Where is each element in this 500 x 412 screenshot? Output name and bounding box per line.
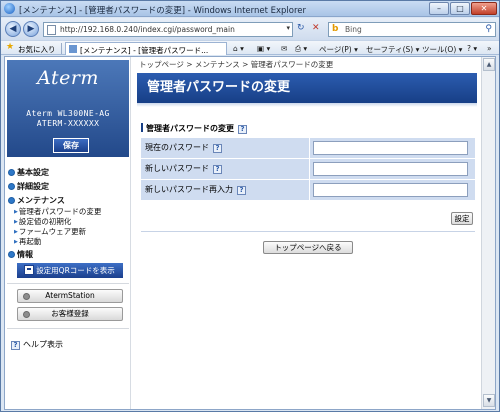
stop-icon[interactable]: ✕ xyxy=(312,23,320,33)
close-button[interactable]: ✕ xyxy=(471,2,497,15)
title-bar: [メンテナンス] - [管理者パスワードの変更] - Windows Inter… xyxy=(1,1,499,17)
help-icon[interactable]: ? xyxy=(213,144,222,153)
set-button[interactable]: 設定 xyxy=(451,212,473,225)
serial-name: ATERM-XXXXXX xyxy=(36,119,100,128)
favorites-button[interactable]: お気に入り xyxy=(18,44,56,55)
address-toolbar: ◀ ▶ http://192.168.0.240/index.cgi/passw… xyxy=(1,18,499,40)
separator xyxy=(61,43,62,54)
help-icon: ? xyxy=(11,341,20,350)
sidebar-item-maintenance[interactable]: メンテナンス xyxy=(8,195,65,206)
qr-code-icon xyxy=(24,265,35,275)
form-row-current: 現在のパスワード? xyxy=(141,137,475,158)
field-cell xyxy=(310,159,475,179)
circle-icon xyxy=(23,293,30,300)
sidebar-item-advanced[interactable]: 詳細設定 xyxy=(8,181,49,192)
tab-title: [メンテナンス] - [管理者パスワード... xyxy=(80,46,209,55)
bullet-icon xyxy=(8,183,15,190)
tools-menu[interactable]: ツール(O) ▾ xyxy=(422,44,462,55)
print-button[interactable]: ⎙ ▾ xyxy=(295,44,307,54)
sidebar-item-basic[interactable]: 基本設定 xyxy=(8,167,49,178)
product-panel: Aterm Aterm WL300NE-AG ATERM-XXXXXX 保存 xyxy=(7,60,129,157)
minimize-button[interactable]: – xyxy=(429,2,449,15)
maximize-button[interactable]: □ xyxy=(450,2,470,15)
favorites-bar: ★ お気に入り [メンテナンス] - [管理者パスワード... ⌂ ▾ ▣ ▾ … xyxy=(1,40,499,55)
page-menu[interactable]: ページ(P) ▾ xyxy=(319,44,358,55)
help-icon[interactable]: ? xyxy=(238,125,247,134)
field-label: 新しいパスワード再入力? xyxy=(141,180,309,200)
chevron-down-icon[interactable]: ▾ xyxy=(286,24,290,32)
url-text: http://192.168.0.240/index.cgi/password_… xyxy=(60,25,235,34)
window-title: [メンテナンス] - [管理者パスワードの変更] - Windows Inter… xyxy=(19,6,307,16)
show-qr-button[interactable]: 設定用QRコードを表示 xyxy=(17,263,123,278)
bullet-icon xyxy=(8,169,15,176)
field-label: 新しいパスワード? xyxy=(141,159,309,179)
field-cell xyxy=(310,138,475,158)
current-password-input[interactable] xyxy=(313,141,468,155)
main-content: トップページ > メンテナンス > 管理者パスワードの変更 管理者パスワードの変… xyxy=(137,57,479,409)
forward-button[interactable]: ▶ xyxy=(23,21,39,37)
sidebar-item-reboot[interactable]: ▶再起動 xyxy=(14,236,41,247)
back-button[interactable]: ◀ xyxy=(5,21,21,37)
field-cell xyxy=(310,180,475,200)
field-label: 現在のパスワード? xyxy=(141,138,309,158)
help-menu[interactable]: ? ▾ xyxy=(467,44,477,53)
section-title: 管理者パスワードの変更? xyxy=(141,123,247,134)
ie-logo-icon xyxy=(4,3,15,14)
title-shadow xyxy=(137,103,477,107)
triangle-icon: ▶ xyxy=(14,219,18,225)
sidebar: Aterm Aterm WL300NE-AG ATERM-XXXXXX 保存 基… xyxy=(5,57,131,409)
section-bar xyxy=(141,123,143,132)
help-link[interactable]: ? ヘルプ表示 xyxy=(11,339,63,350)
sidebar-item-info[interactable]: 情報 xyxy=(8,249,33,260)
mail-button[interactable]: ✉ xyxy=(281,44,287,53)
page-viewport: Aterm Aterm WL300NE-AG ATERM-XXXXXX 保存 基… xyxy=(4,56,496,410)
page-title: 管理者パスワードの変更 xyxy=(137,73,477,103)
help-icon[interactable]: ? xyxy=(237,186,246,195)
divider xyxy=(7,283,129,284)
form-row-confirm: 新しいパスワード再入力? xyxy=(141,179,475,200)
help-icon[interactable]: ? xyxy=(213,165,222,174)
browser-window: [メンテナンス] - [管理者パスワードの変更] - Windows Inter… xyxy=(0,0,500,412)
scroll-down-icon[interactable]: ▼ xyxy=(483,394,495,407)
new-password-input[interactable] xyxy=(313,162,468,176)
search-icon[interactable]: ⚲ xyxy=(485,24,492,34)
aterm-logo: Aterm xyxy=(37,67,99,89)
vertical-scrollbar[interactable]: ▲ ▼ xyxy=(481,57,495,409)
triangle-icon: ▶ xyxy=(14,229,18,235)
aterm-station-button[interactable]: AtermStation xyxy=(17,289,123,303)
form-row-new: 新しいパスワード? xyxy=(141,158,475,179)
more-chevron-icon[interactable]: » xyxy=(487,44,492,53)
tab-page-icon xyxy=(69,45,77,53)
bullet-icon xyxy=(8,197,15,204)
search-placeholder: Bing xyxy=(345,25,362,34)
scroll-up-icon[interactable]: ▲ xyxy=(483,58,495,71)
divider xyxy=(7,328,129,329)
triangle-icon: ▶ xyxy=(14,209,18,215)
customer-registration-button[interactable]: お客様登録 xyxy=(17,307,123,321)
search-input[interactable]: b Bing ⚲ xyxy=(328,22,496,37)
save-button[interactable]: 保存 xyxy=(53,138,89,153)
confirm-password-input[interactable] xyxy=(313,183,468,197)
bing-icon: b xyxy=(332,24,339,34)
page-icon xyxy=(47,25,56,35)
breadcrumb: トップページ > メンテナンス > 管理者パスワードの変更 xyxy=(139,60,334,69)
refresh-icon[interactable]: ↻ xyxy=(297,23,305,33)
divider xyxy=(141,231,475,232)
circle-icon xyxy=(23,311,30,318)
password-form: 現在のパスワード? 新しいパスワード? 新しいパスワード再入力? xyxy=(141,137,475,200)
home-button[interactable]: ⌂ ▾ xyxy=(233,44,244,53)
bullet-icon xyxy=(8,251,15,258)
star-icon[interactable]: ★ xyxy=(6,42,14,52)
model-name: Aterm WL300NE-AG xyxy=(26,109,110,118)
safety-menu[interactable]: セーフティ(S) ▾ xyxy=(366,44,419,55)
feeds-button[interactable]: ▣ ▾ xyxy=(257,44,270,53)
address-input[interactable]: http://192.168.0.240/index.cgi/password_… xyxy=(43,22,293,37)
browser-tab[interactable]: [メンテナンス] - [管理者パスワード... xyxy=(65,42,227,55)
back-to-top-button[interactable]: トップページへ戻る xyxy=(263,241,353,254)
triangle-icon: ▶ xyxy=(14,239,18,245)
